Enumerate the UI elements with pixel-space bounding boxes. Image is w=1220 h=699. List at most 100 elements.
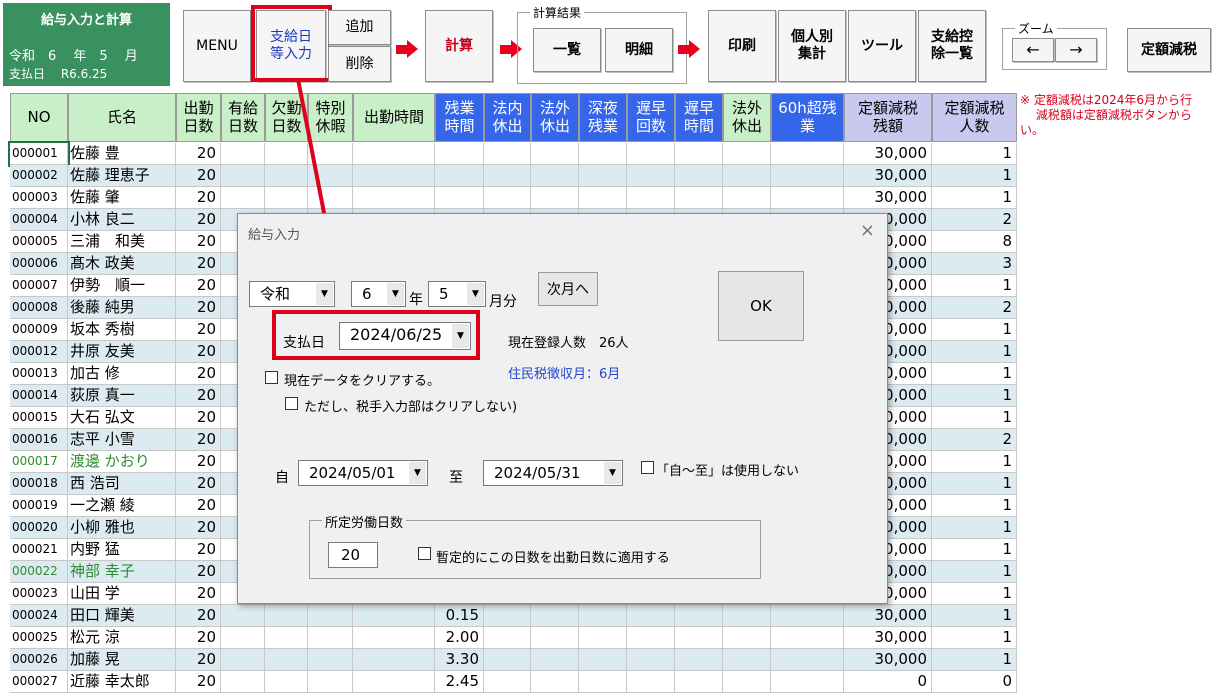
work-days-cell[interactable]: 20 [176, 319, 221, 341]
employee-no[interactable]: 000026 [10, 649, 68, 671]
table-cell[interactable] [484, 605, 531, 627]
table-cell[interactable] [221, 649, 265, 671]
table-cell[interactable] [308, 605, 353, 627]
work-days-cell[interactable]: 20 [176, 451, 221, 473]
work-days-input[interactable]: 20 [328, 542, 378, 568]
table-cell[interactable] [771, 627, 844, 649]
work-days-cell[interactable]: 20 [176, 649, 221, 671]
table-cell[interactable] [353, 627, 435, 649]
work-days-cell[interactable]: 20 [176, 495, 221, 517]
table-row[interactable]: 000003 佐藤 肇 20 30,000 1 [10, 187, 1017, 209]
table-cell[interactable] [265, 671, 308, 693]
table-row[interactable]: 000025 松元 涼 20 2.00 30,000 1 [10, 627, 1017, 649]
table-cell[interactable] [579, 605, 627, 627]
add-button[interactable]: 追加 [328, 10, 391, 45]
work-days-cell[interactable]: 20 [176, 539, 221, 561]
menu-button[interactable]: MENU [183, 10, 251, 82]
employee-no[interactable]: 000014 [10, 385, 68, 407]
tax-balance-cell[interactable]: 30,000 [844, 649, 932, 671]
employee-no[interactable]: 000008 [10, 297, 68, 319]
era-select[interactable]: 令和 ▼ [249, 281, 335, 307]
tax-count-cell[interactable]: 1 [932, 407, 1017, 429]
table-cell[interactable] [627, 627, 675, 649]
table-cell[interactable] [484, 671, 531, 693]
employee-name[interactable]: 加藤 晃 [68, 649, 176, 671]
table-cell[interactable] [723, 605, 771, 627]
table-cell[interactable] [627, 143, 675, 165]
work-days-cell[interactable]: 20 [176, 671, 221, 693]
overtime-cell[interactable]: 0.15 [435, 605, 484, 627]
employee-name[interactable]: 小林 良二 [68, 209, 176, 231]
employee-no[interactable]: 000002 [10, 165, 68, 187]
table-row[interactable]: 000002 佐藤 理恵子 20 30,000 1 [10, 165, 1017, 187]
work-days-cell[interactable]: 20 [176, 583, 221, 605]
table-cell[interactable] [771, 671, 844, 693]
table-cell[interactable] [353, 143, 435, 165]
employee-name[interactable]: 山田 学 [68, 583, 176, 605]
employee-name[interactable]: 西 浩司 [68, 473, 176, 495]
table-cell[interactable] [353, 187, 435, 209]
tax-balance-cell[interactable]: 30,000 [844, 187, 932, 209]
employee-no[interactable]: 000018 [10, 473, 68, 495]
table-cell[interactable] [723, 143, 771, 165]
table-cell[interactable] [531, 671, 579, 693]
work-days-cell[interactable]: 20 [176, 605, 221, 627]
table-cell[interactable] [531, 187, 579, 209]
overtime-cell[interactable]: 2.45 [435, 671, 484, 693]
table-row[interactable]: 000026 加藤 晃 20 3.30 30,000 1 [10, 649, 1017, 671]
tax-count-cell[interactable]: 8 [932, 231, 1017, 253]
work-days-cell[interactable]: 20 [176, 561, 221, 583]
table-cell[interactable] [221, 187, 265, 209]
employee-no[interactable]: 000006 [10, 253, 68, 275]
tax-count-cell[interactable]: 1 [932, 451, 1017, 473]
tax-count-cell[interactable]: 2 [932, 429, 1017, 451]
table-cell[interactable] [484, 627, 531, 649]
detail-button[interactable]: 明細 [605, 28, 673, 72]
close-icon[interactable]: × [860, 220, 875, 241]
overtime-cell[interactable]: 2.00 [435, 627, 484, 649]
apply-days-checkbox[interactable] [418, 547, 431, 560]
table-cell[interactable] [675, 143, 723, 165]
employee-name[interactable]: 佐藤 豊 [68, 143, 176, 165]
employee-name[interactable]: 近藤 幸太郎 [68, 671, 176, 693]
table-cell[interactable] [723, 165, 771, 187]
employee-no[interactable]: 000001 [8, 141, 70, 167]
employee-name[interactable]: 志平 小雪 [68, 429, 176, 451]
tax-count-cell[interactable]: 1 [932, 341, 1017, 363]
ok-button[interactable]: OK [718, 271, 804, 341]
employee-no[interactable]: 000004 [10, 209, 68, 231]
table-cell[interactable] [531, 649, 579, 671]
employee-no[interactable]: 000027 [10, 671, 68, 693]
employee-no[interactable]: 000021 [10, 539, 68, 561]
employee-name[interactable]: 佐藤 理恵子 [68, 165, 176, 187]
tax-count-cell[interactable]: 1 [932, 539, 1017, 561]
table-cell[interactable] [723, 187, 771, 209]
employee-no[interactable]: 000023 [10, 583, 68, 605]
table-cell[interactable] [675, 165, 723, 187]
tax-count-cell[interactable]: 1 [932, 385, 1017, 407]
tax-count-cell[interactable]: 1 [932, 517, 1017, 539]
work-days-cell[interactable]: 20 [176, 385, 221, 407]
table-cell[interactable] [353, 165, 435, 187]
table-cell[interactable] [531, 627, 579, 649]
table-cell[interactable] [627, 671, 675, 693]
table-cell[interactable] [484, 187, 531, 209]
work-days-cell[interactable]: 20 [176, 165, 221, 187]
employee-no[interactable]: 000012 [10, 341, 68, 363]
list-button[interactable]: 一覧 [533, 28, 601, 72]
employee-no[interactable]: 000005 [10, 231, 68, 253]
employee-no[interactable]: 000003 [10, 187, 68, 209]
employee-no[interactable]: 000016 [10, 429, 68, 451]
employee-no[interactable]: 000019 [10, 495, 68, 517]
tax-count-cell[interactable]: 1 [932, 275, 1017, 297]
table-cell[interactable] [627, 187, 675, 209]
employee-name[interactable]: 神部 幸子 [68, 561, 176, 583]
employee-name[interactable]: 加古 修 [68, 363, 176, 385]
zoom-in-button[interactable]: → [1055, 38, 1097, 62]
clear-data-checkbox[interactable] [265, 371, 278, 384]
employee-name[interactable]: 大石 弘文 [68, 407, 176, 429]
tax-count-cell[interactable]: 3 [932, 253, 1017, 275]
table-cell[interactable] [675, 627, 723, 649]
tax-balance-cell[interactable]: 0 [844, 671, 932, 693]
table-cell[interactable] [579, 649, 627, 671]
